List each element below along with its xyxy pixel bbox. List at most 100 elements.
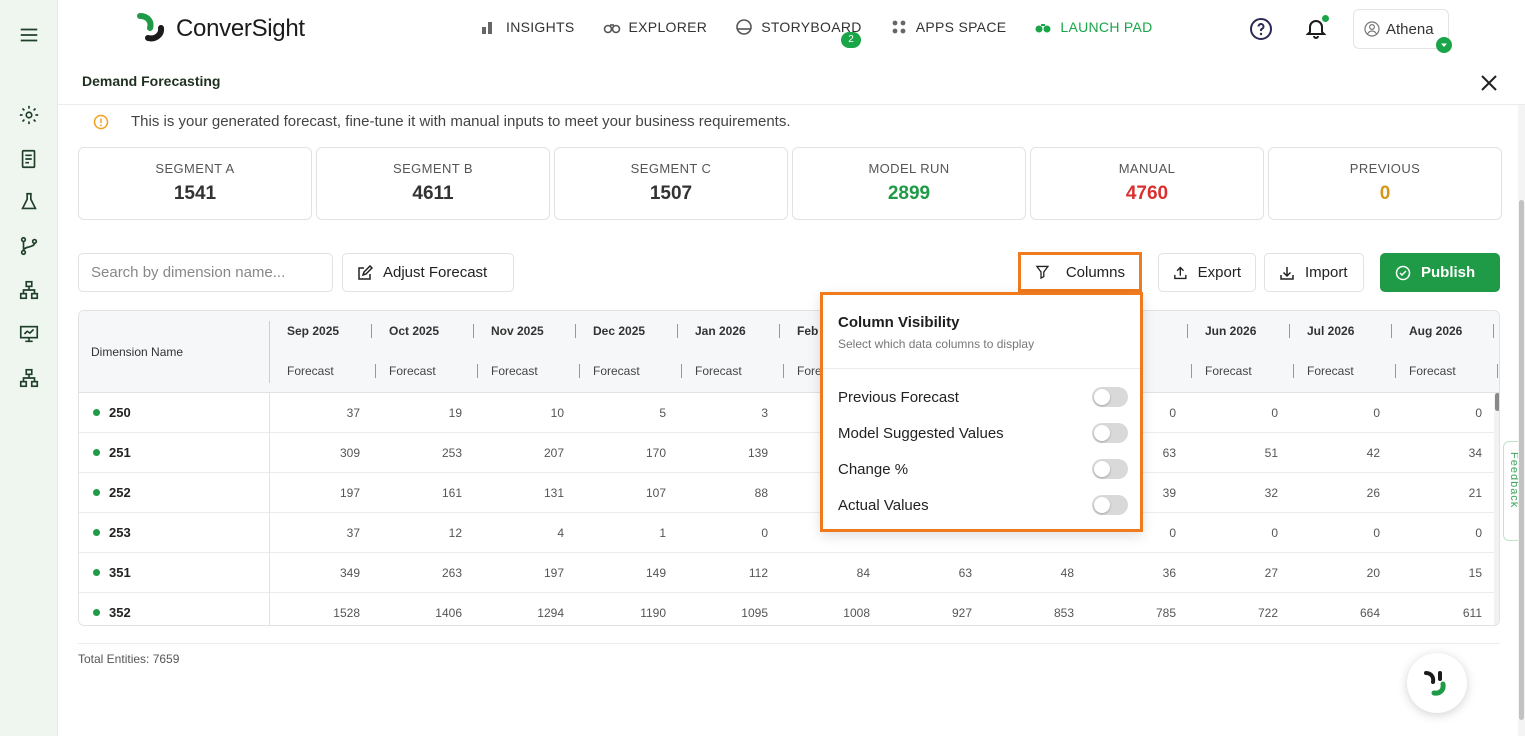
forecast-cell[interactable]: 139 [708, 446, 768, 460]
flask-icon[interactable] [18, 191, 40, 213]
org-chart-icon[interactable] [18, 367, 40, 389]
forecast-cell[interactable]: 253 [402, 446, 462, 460]
forecast-cell[interactable]: 4 [504, 526, 564, 540]
forecast-cell[interactable]: 149 [606, 566, 666, 580]
forecast-cell[interactable]: 0 [1422, 406, 1482, 420]
menu-icon[interactable] [18, 24, 40, 46]
forecast-cell[interactable]: 785 [1116, 606, 1176, 620]
dimension-search-input[interactable] [78, 253, 333, 292]
forecast-cell[interactable]: 37 [300, 406, 360, 420]
forecast-cell[interactable]: 197 [504, 566, 564, 580]
forecast-cell[interactable]: 263 [402, 566, 462, 580]
forecast-cell[interactable]: 170 [606, 446, 666, 460]
nav-apps-space[interactable]: APPS SPACE [890, 18, 1007, 36]
report-icon[interactable] [18, 148, 40, 170]
forecast-cell[interactable]: 0 [708, 526, 768, 540]
forecast-cell[interactable]: 19 [402, 406, 462, 420]
forecast-cell[interactable]: 1 [606, 526, 666, 540]
table-row[interactable]: 250 37 19 10 5 3 0 0 0 0 [79, 393, 1499, 433]
nav-insights[interactable]: INSIGHTS [480, 18, 575, 36]
change-percent-toggle[interactable] [1092, 459, 1128, 479]
forecast-cell[interactable]: 664 [1320, 606, 1380, 620]
page-scrollbar[interactable] [1518, 105, 1525, 736]
previous-forecast-toggle[interactable] [1092, 387, 1128, 407]
presentation-icon[interactable] [18, 323, 40, 345]
forecast-cell[interactable]: 1190 [606, 606, 666, 620]
forecast-cell[interactable]: 21 [1422, 486, 1482, 500]
import-button[interactable]: Import [1264, 253, 1364, 292]
forecast-cell[interactable]: 48 [1014, 566, 1074, 580]
table-row[interactable]: 251 309 253 207 170 139 63 51 42 34 [79, 433, 1499, 473]
table-row[interactable]: 351 349 263 197 149 112 84 63 48 36 27 20 15 [79, 553, 1499, 593]
forecast-cell[interactable]: 1095 [708, 606, 768, 620]
forecast-cell[interactable]: 12 [402, 526, 462, 540]
table-row[interactable]: 252 197 161 131 107 88 39 32 26 21 [79, 473, 1499, 513]
table-row[interactable]: 352 1528 1406 1294 1190 1095 1008 927 853 785 722 6… [79, 593, 1499, 625]
forecast-cell[interactable]: 611 [1422, 606, 1482, 620]
table-scroll-thumb[interactable] [1495, 393, 1499, 411]
forecast-cell[interactable]: 309 [300, 446, 360, 460]
nav-launch-pad[interactable]: LAUNCH PAD [1034, 18, 1152, 36]
hierarchy-icon[interactable] [18, 279, 40, 301]
forecast-cell[interactable]: 853 [1014, 606, 1074, 620]
forecast-cell[interactable]: 1008 [810, 606, 870, 620]
publish-button[interactable]: Publish [1380, 253, 1500, 292]
forecast-cell[interactable]: 197 [300, 486, 360, 500]
forecast-cell[interactable]: 349 [300, 566, 360, 580]
model-suggested-values-toggle[interactable] [1092, 423, 1128, 443]
chat-assistant-button[interactable] [1407, 653, 1467, 713]
adjust-forecast-button[interactable]: Adjust Forecast [342, 253, 514, 292]
forecast-cell[interactable]: 207 [504, 446, 564, 460]
help-icon[interactable] [1249, 17, 1273, 41]
branch-icon[interactable] [18, 235, 40, 257]
forecast-cell[interactable]: 34 [1422, 446, 1482, 460]
table-scrollbar[interactable] [1494, 393, 1499, 625]
forecast-cell[interactable]: 1294 [504, 606, 564, 620]
app-logo[interactable]: ConverSight [134, 12, 305, 46]
forecast-cell[interactable]: 1406 [402, 606, 462, 620]
forecast-cell[interactable]: 32 [1218, 486, 1278, 500]
page-scroll-thumb[interactable] [1519, 200, 1524, 720]
forecast-cell[interactable]: 27 [1218, 566, 1278, 580]
forecast-cell[interactable]: 722 [1218, 606, 1278, 620]
dimension-name-header[interactable]: Dimension Name [91, 345, 183, 359]
forecast-cell[interactable]: 3 [708, 406, 768, 420]
user-menu[interactable]: Athena [1353, 9, 1449, 49]
forecast-cell[interactable]: 15 [1422, 566, 1482, 580]
forecast-cell[interactable]: 37 [300, 526, 360, 540]
forecast-cell[interactable]: 88 [708, 486, 768, 500]
forecast-cell[interactable]: 5 [606, 406, 666, 420]
forecast-cell[interactable]: 107 [606, 486, 666, 500]
forecast-cell[interactable]: 161 [402, 486, 462, 500]
nav-explorer[interactable]: EXPLORER [603, 18, 708, 36]
forecast-cell[interactable]: 10 [504, 406, 564, 420]
forecast-cell[interactable]: 36 [1116, 566, 1176, 580]
forecast-cell[interactable]: 84 [810, 566, 870, 580]
settings-icon[interactable] [18, 104, 40, 126]
actual-values-toggle[interactable] [1092, 495, 1128, 515]
summary-card-previous: PREVIOUS 0 [1268, 147, 1502, 220]
table-row[interactable]: 253 37 12 4 1 0 0 0 0 0 [79, 513, 1499, 553]
close-icon[interactable] [1480, 74, 1498, 92]
forecast-cell[interactable]: 131 [504, 486, 564, 500]
forecast-cell[interactable]: 20 [1320, 566, 1380, 580]
forecast-cell[interactable]: 42 [1320, 446, 1380, 460]
forecast-cell[interactable]: 0 [1320, 526, 1380, 540]
forecast-cell[interactable]: 0 [1320, 406, 1380, 420]
forecast-cell[interactable]: 51 [1218, 446, 1278, 460]
forecast-cell[interactable]: 927 [912, 606, 972, 620]
adjust-forecast-label: Adjust Forecast [383, 264, 488, 281]
columns-button[interactable]: Columns [1018, 252, 1142, 292]
forecast-cell[interactable]: 1528 [300, 606, 360, 620]
forecast-cell[interactable]: 63 [912, 566, 972, 580]
forecast-subheader: Forecast [1205, 364, 1252, 378]
export-button[interactable]: Export [1158, 253, 1256, 292]
forecast-cell[interactable]: 0 [1422, 526, 1482, 540]
forecast-cell[interactable]: 0 [1218, 406, 1278, 420]
forecast-cell[interactable]: 112 [708, 566, 768, 580]
forecast-cell[interactable]: 0 [1218, 526, 1278, 540]
forecast-subheader: Forecast [695, 364, 742, 378]
forecast-cell[interactable]: 26 [1320, 486, 1380, 500]
month-header: Nov 2025 [491, 324, 544, 338]
user-caret-icon[interactable] [1436, 37, 1452, 53]
